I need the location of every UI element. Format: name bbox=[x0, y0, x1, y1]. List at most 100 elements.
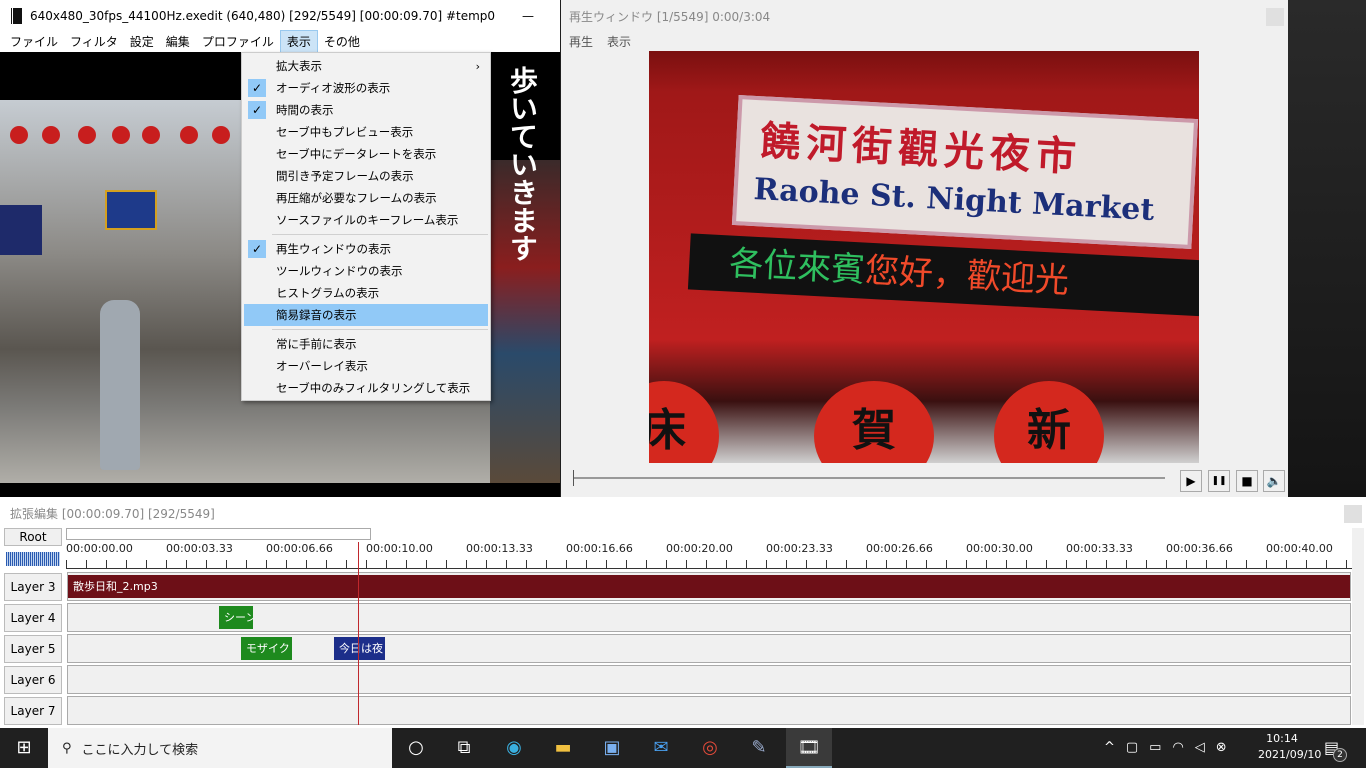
menu-item-audio-waveform[interactable]: ✓ オーディオ波形の表示 bbox=[242, 77, 490, 99]
menu-file[interactable]: ファイル bbox=[4, 31, 64, 52]
stop-button[interactable]: ■ bbox=[1236, 470, 1258, 492]
menu-item-zoom[interactable]: 拡大表示 › bbox=[242, 55, 490, 77]
menu-other[interactable]: その他 bbox=[318, 31, 366, 52]
paint-icon[interactable]: ✎ bbox=[747, 736, 771, 760]
playhead-cursor[interactable] bbox=[358, 542, 359, 725]
layer-header[interactable]: Layer 5 bbox=[4, 635, 62, 663]
menu-profile[interactable]: プロファイル bbox=[196, 31, 280, 52]
menu-separator bbox=[272, 329, 488, 330]
store-icon[interactable]: ▣ bbox=[600, 736, 624, 760]
mosaic-clip[interactable]: モザイク bbox=[241, 637, 292, 660]
main-title-bar: 640x480_30fps_44100Hz.exedit (640,480) [… bbox=[0, 0, 560, 31]
night-market-sign: 饒河街觀光夜市 Raohe St. Night Market bbox=[731, 95, 1199, 249]
menu-item-keyframes[interactable]: ソースファイルのキーフレーム表示 bbox=[242, 209, 490, 231]
sign-chinese: 饒河街觀光夜市 bbox=[759, 117, 1084, 182]
ruler-tick-label: 00:00:06.66 bbox=[266, 542, 333, 555]
track-layer-3[interactable]: 散歩日和_2.mp3 bbox=[67, 572, 1351, 601]
ruler-tick-label: 00:00:03.33 bbox=[166, 542, 233, 555]
play-menubar: 再生 表示 bbox=[569, 33, 631, 50]
timeline-title: 拡張編集 [00:00:09.70] [292/5549] bbox=[10, 507, 215, 521]
file-explorer-icon[interactable]: ▬ bbox=[551, 736, 575, 760]
menu-item-histogram[interactable]: ヒストグラムの表示 bbox=[242, 282, 490, 304]
menu-item-label: 再生ウィンドウの表示 bbox=[276, 242, 391, 256]
ruler-tick-label: 00:00:10.00 bbox=[366, 542, 433, 555]
layer-header[interactable]: Layer 3 bbox=[4, 573, 62, 601]
menu-item-always-on-top[interactable]: 常に手前に表示 bbox=[242, 333, 490, 355]
layer-header[interactable]: Layer 6 bbox=[4, 666, 62, 694]
aviutl-taskbar-button[interactable]: 🎞 bbox=[786, 728, 832, 768]
menu-filter[interactable]: フィルタ bbox=[64, 31, 124, 52]
play-window: 再生ウィンドウ [1/5549] 0:00/3:04 再生 表示 饒河街觀光夜市 R… bbox=[561, 0, 1288, 497]
ruler-tick-label: 00:00:30.00 bbox=[966, 542, 1033, 555]
menu-item-label: 時間の表示 bbox=[276, 103, 334, 117]
layer-header[interactable]: Layer 7 bbox=[4, 697, 62, 725]
seek-thumb[interactable] bbox=[573, 470, 579, 486]
search-placeholder: ここに入力して検索 bbox=[81, 742, 199, 758]
root-button[interactable]: Root bbox=[4, 528, 62, 546]
sign-english: Raohe St. Night Market bbox=[752, 171, 1156, 228]
menu-item-overlay[interactable]: オーバーレイ表示 bbox=[242, 355, 490, 377]
timeline-window: 拡張編集 [00:00:09.70] [292/5549] Root 00:00… bbox=[0, 497, 1366, 728]
windows-start-icon[interactable]: ⊞ bbox=[12, 736, 36, 760]
menu-separator bbox=[272, 234, 488, 235]
track-layer-5[interactable]: モザイク 今日は夜 bbox=[67, 634, 1351, 663]
desktop-background bbox=[1288, 0, 1366, 497]
track-layer-6[interactable] bbox=[67, 665, 1351, 694]
menu-item-show-time[interactable]: ✓ 時間の表示 bbox=[242, 99, 490, 121]
menu-item-preview-during-save[interactable]: セーブ中もプレビュー表示 bbox=[242, 121, 490, 143]
menu-play[interactable]: 再生 bbox=[569, 33, 593, 50]
vertical-scrollbar[interactable] bbox=[1352, 528, 1364, 725]
track-layer-4[interactable]: シーン bbox=[67, 603, 1351, 632]
menu-view[interactable]: 表示 bbox=[607, 33, 631, 50]
scene-clip[interactable]: シーン bbox=[219, 606, 253, 629]
clock-date: 2021/09/10 bbox=[1258, 748, 1322, 761]
menu-settings[interactable]: 設定 bbox=[124, 31, 160, 52]
lantern: 新 bbox=[994, 381, 1104, 463]
zoom-slider[interactable] bbox=[6, 552, 60, 566]
search-icon: ⚲ bbox=[62, 740, 72, 756]
close-button[interactable] bbox=[1344, 505, 1362, 523]
menu-item-simple-recording[interactable]: 簡易録音の表示 bbox=[244, 304, 488, 326]
volume-button[interactable]: 🔈 bbox=[1263, 470, 1285, 492]
lantern: 床 bbox=[649, 381, 719, 463]
menu-item-label: オーディオ波形の表示 bbox=[276, 81, 391, 95]
main-title: 640x480_30fps_44100Hz.exedit (640,480) [… bbox=[30, 8, 496, 23]
audio-clip[interactable]: 散歩日和_2.mp3 bbox=[68, 575, 1350, 598]
led-board: 各位來賓您好，歡迎光 bbox=[687, 233, 1199, 317]
menu-view[interactable]: 表示 bbox=[279, 30, 318, 53]
close-button[interactable] bbox=[1266, 8, 1284, 26]
system-tray-icons[interactable]: ^▢▭◠◁⊗ bbox=[1104, 740, 1238, 755]
track-layer-7[interactable] bbox=[67, 696, 1351, 725]
clock[interactable]: 10:14 2021/09/10 bbox=[1258, 732, 1322, 761]
horizontal-scrollbar[interactable] bbox=[66, 528, 371, 540]
menu-item-datarate[interactable]: セーブ中にデータレートを表示 bbox=[242, 143, 490, 165]
play-button[interactable]: ▶ bbox=[1180, 470, 1202, 492]
seek-bar[interactable] bbox=[573, 477, 1165, 479]
pause-button[interactable]: ❚❚ bbox=[1208, 470, 1230, 492]
taskbar-search[interactable]: ⚲ ここに入力して検索 bbox=[48, 728, 392, 768]
play-window-title: 再生ウィンドウ [1/5549] 0:00/3:04 bbox=[569, 10, 771, 24]
menu-item-thinned-frames[interactable]: 間引き予定フレームの表示 bbox=[242, 165, 490, 187]
menu-item-play-window[interactable]: ✓ 再生ウィンドウの表示 bbox=[242, 238, 490, 260]
text-clip[interactable]: 今日は夜 bbox=[334, 637, 385, 660]
minimize-button[interactable]: — bbox=[522, 9, 534, 23]
ruler-tick-label: 00:00:33.33 bbox=[1066, 542, 1133, 555]
menu-item-tool-window[interactable]: ツールウィンドウの表示 bbox=[242, 260, 490, 282]
menu-item-recompress-frames[interactable]: 再圧縮が必要なフレームの表示 bbox=[242, 187, 490, 209]
lantern: 賀 bbox=[814, 381, 934, 463]
mail-icon[interactable]: ✉ bbox=[649, 736, 673, 760]
check-icon: ✓ bbox=[248, 240, 266, 258]
check-icon: ✓ bbox=[248, 79, 266, 97]
time-ruler[interactable]: 00:00:00.00 00:00:03.33 00:00:06.66 00:00:1… bbox=[66, 542, 1352, 572]
ruler-tick-label: 00:00:23.33 bbox=[766, 542, 833, 555]
edge-icon[interactable]: ◉ bbox=[502, 736, 526, 760]
menu-item-filter-during-save[interactable]: セーブ中のみフィルタリングして表示 bbox=[242, 377, 490, 399]
layer-header[interactable]: Layer 4 bbox=[4, 604, 62, 632]
chrome-icon[interactable]: ◎ bbox=[698, 736, 722, 760]
ruler-tick-label: 00:00:26.66 bbox=[866, 542, 933, 555]
menu-edit[interactable]: 編集 bbox=[160, 31, 196, 52]
ruler-tick-label: 00:00:16.66 bbox=[566, 542, 633, 555]
cortana-icon[interactable]: ○ bbox=[404, 736, 428, 760]
task-view-icon[interactable]: ⧉ bbox=[452, 736, 476, 760]
check-icon: ✓ bbox=[248, 101, 266, 119]
